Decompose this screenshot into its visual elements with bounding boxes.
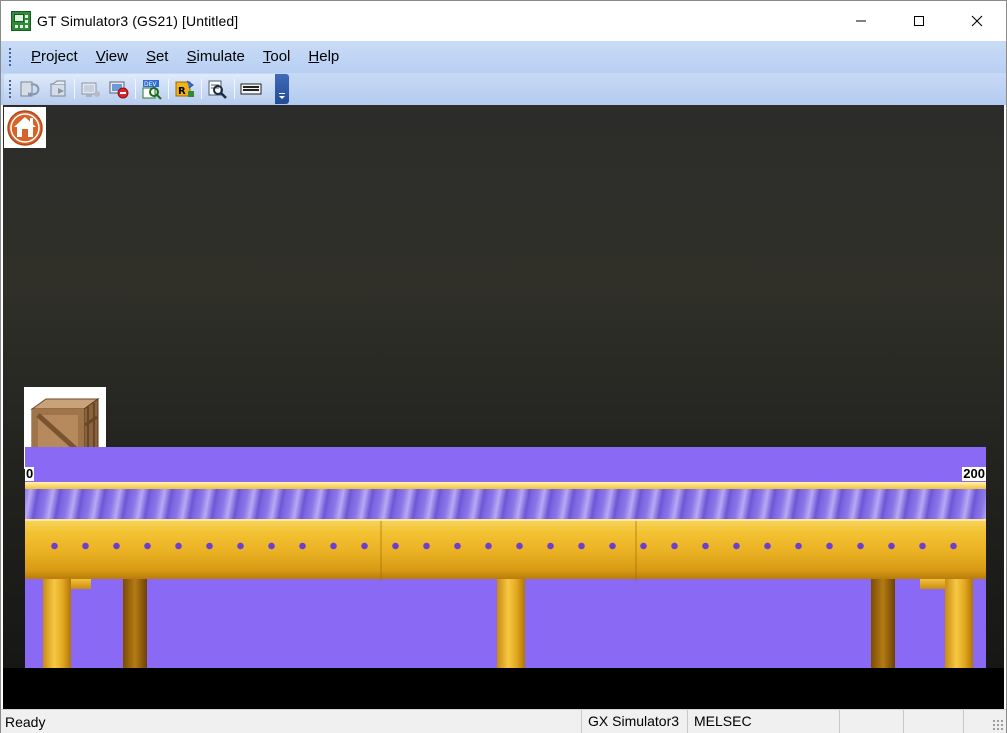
start-icon [81,82,100,97]
chevron-down-icon [279,93,285,99]
keyboard-button[interactable] [238,77,264,101]
resize-grip[interactable] [992,719,1004,731]
toolbar-separator [201,79,202,99]
stop-button[interactable] [106,77,132,101]
toolbar-grip[interactable] [8,79,12,99]
search-button[interactable] [205,77,231,101]
scale-max-label: 200 [962,466,986,481]
home-button[interactable] [4,107,46,148]
write-button[interactable] [45,77,71,101]
toolbar: DEV R [4,74,289,104]
svg-text:DEV: DEV [144,81,157,88]
write-icon [50,80,66,97]
search-icon [208,80,227,99]
simulator-screen[interactable]: 0 200 [3,105,1004,709]
conveyor-rollers [25,489,986,519]
read-button[interactable] [17,77,43,101]
status-empty-2 [903,710,961,733]
menu-view[interactable]: View [87,44,137,70]
status-ready: Ready [5,714,46,730]
keyboard-icon [240,83,262,95]
toolbar-separator [234,79,235,99]
minimize-button[interactable] [832,1,890,41]
window-title: GT Simulator3 (GS21) [Untitled] [37,13,239,29]
script-button[interactable]: R [172,77,198,101]
device-monitor-button[interactable]: DEV [139,77,165,101]
menu-set[interactable]: Set [137,44,178,70]
screen-bottom-area [3,668,1004,709]
script-icon: R [175,80,194,97]
conveyor-leg [871,579,895,668]
status-bar: Ready GX Simulator3 MELSEC [1,709,1006,733]
close-icon [971,15,983,27]
start-button[interactable] [78,77,104,101]
status-empty-1 [839,710,901,733]
toolbar-area: DEV R [1,73,1006,105]
status-connection: MELSEC [687,710,837,733]
toolbar-separator [135,79,136,99]
app-window: GT Simulator3 (GS21) [Untitled] Project … [0,0,1007,733]
conveyor-leg [123,579,147,668]
stop-icon [109,81,129,99]
conveyor-leg [497,579,525,668]
title-bar[interactable]: GT Simulator3 (GS21) [Untitled] [1,1,1006,41]
scale-min-label: 0 [25,466,35,481]
maximize-icon [914,16,924,26]
home-icon [7,109,43,146]
close-button[interactable] [948,1,1006,41]
conveyor-leg [945,579,973,668]
maximize-button[interactable] [890,1,948,41]
conveyor: 0 200 [25,447,986,668]
conveyor-leg [43,579,71,668]
menu-project[interactable]: Project [22,44,87,70]
menu-grip[interactable] [8,47,12,67]
conveyor-frame [25,519,986,581]
read-icon [20,81,40,97]
toolbar-separator [74,79,75,99]
menu-bar: Project View Set Simulate Tool Help [1,41,1006,73]
menu-tool[interactable]: Tool [254,44,300,70]
status-target: GX Simulator3 [581,710,685,733]
svg-text:R: R [178,86,186,97]
conveyor-rail [25,482,986,489]
toolbar-overflow-button[interactable] [275,74,289,104]
menu-simulate[interactable]: Simulate [177,44,253,70]
device-monitor-icon: DEV [142,80,162,100]
toolbar-separator [168,79,169,99]
minimize-icon [856,20,866,22]
menu-help[interactable]: Help [299,44,348,70]
gt-simulator-app-icon[interactable] [11,11,31,31]
